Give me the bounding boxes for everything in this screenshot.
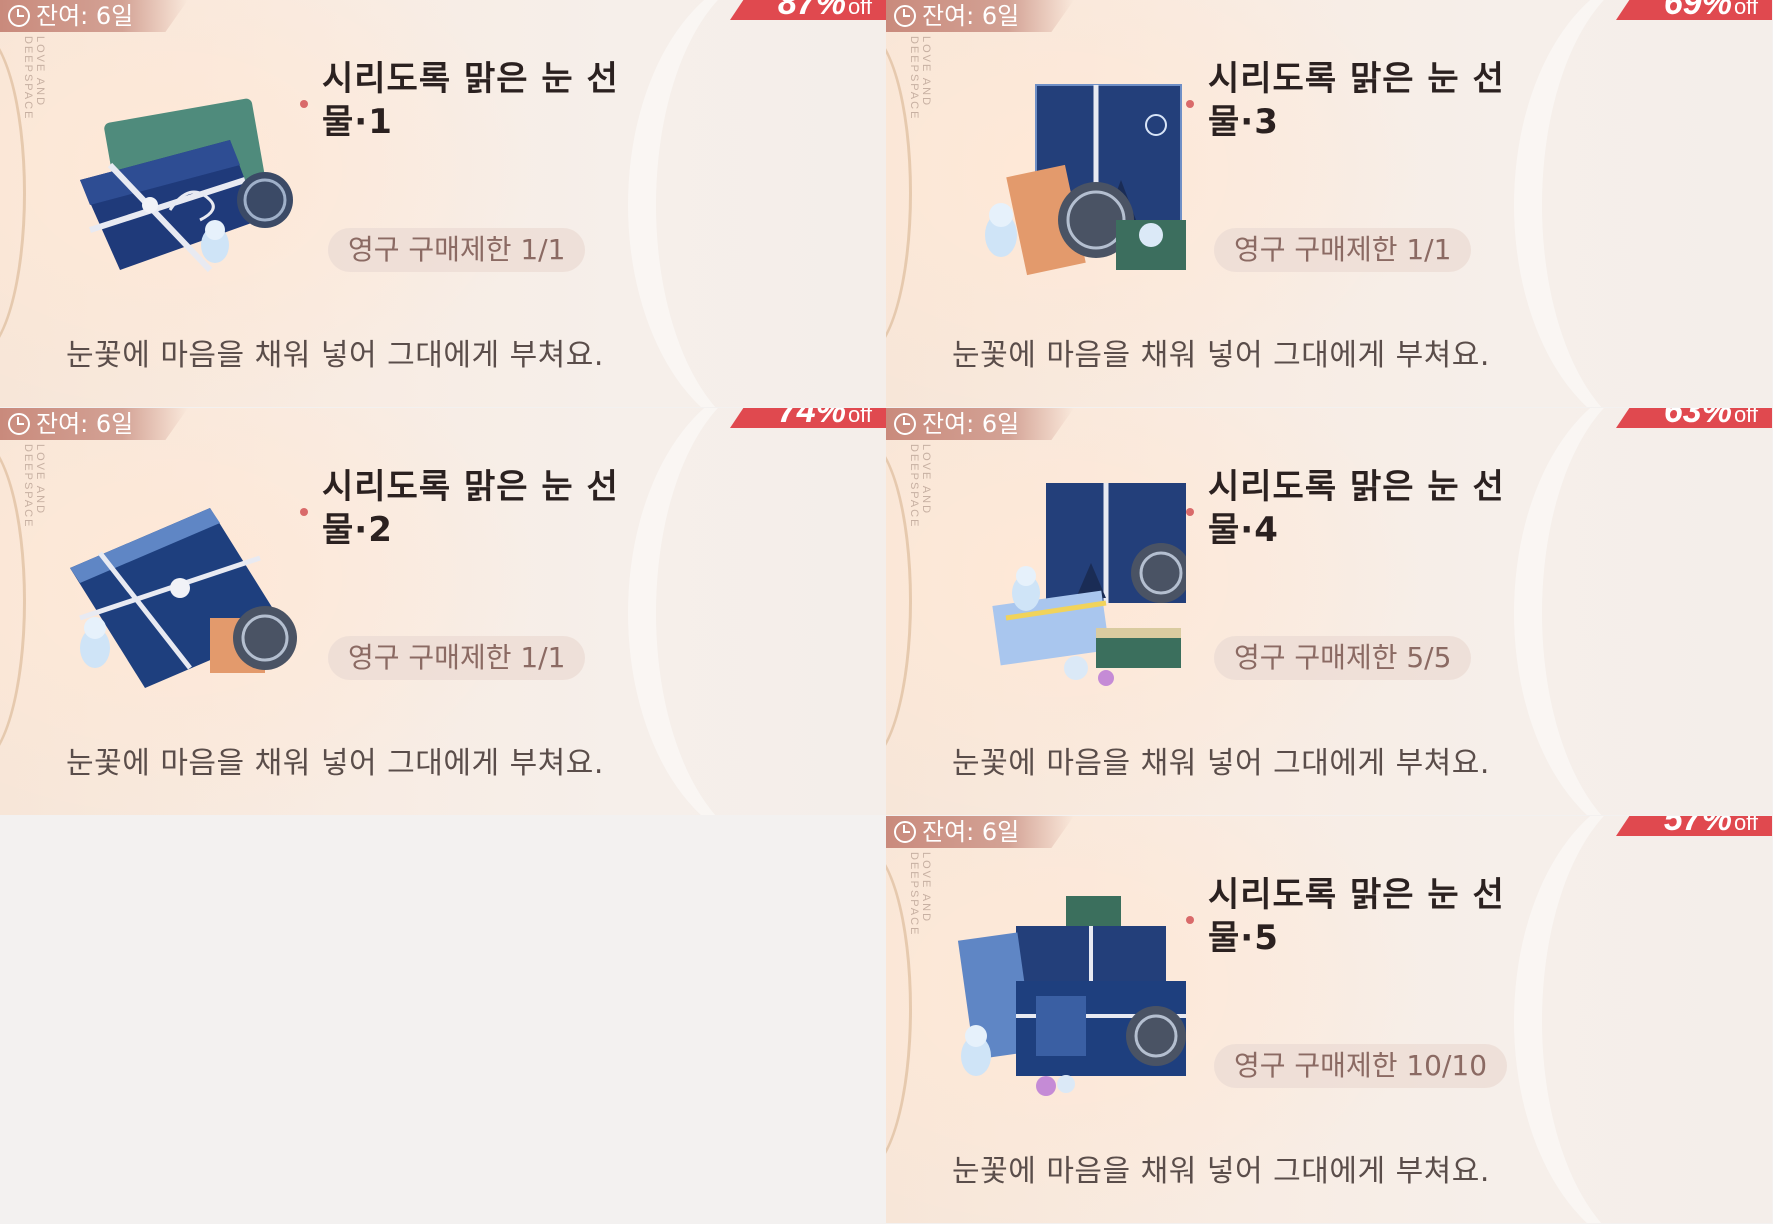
discount-badge: 57%off <box>1616 816 1772 836</box>
gift-box-image <box>70 508 297 688</box>
purchase-limit-badge: 영구 구매제한 5/5 <box>1214 636 1472 680</box>
item-description: 눈꽃에 마음을 채워 넣어 그대에게 부쳐요. <box>66 338 604 373</box>
timer-badge: 잔여: 6일 <box>886 408 1074 440</box>
item-title: 시리도록 맑은 눈 선 물·4 <box>1208 466 1538 552</box>
discount-value: 87% <box>777 0 846 22</box>
title-bullet-dot <box>1186 508 1194 516</box>
title-bullet-dot <box>1186 916 1194 924</box>
item-title-line2: 물·1 <box>322 102 393 142</box>
discount-suffix: off <box>847 0 872 19</box>
item-title-line1: 시리도록 맑은 눈 선 <box>1208 467 1505 507</box>
item-description: 눈꽃에 마음을 채워 넣어 그대에게 부쳐요. <box>66 746 604 781</box>
clock-icon <box>894 5 916 27</box>
gift-box-image <box>80 98 293 273</box>
brand-vertical-text: LOVE AND DEEPSPACE <box>908 36 932 121</box>
item-description: 눈꽃에 마음을 채워 넣어 그대에게 부쳐요. <box>952 746 1490 781</box>
purchase-limit-badge: 영구 구매제한 1/1 <box>328 228 586 272</box>
discount-value: 63% <box>1663 408 1732 430</box>
discount-value: 74% <box>777 408 846 430</box>
item-title: 시리도록 맑은 눈 선 물·3 <box>1208 58 1538 144</box>
title-bullet-dot <box>300 100 308 108</box>
purchase-limit-badge: 영구 구매제한 10/10 <box>1214 1044 1508 1088</box>
brand-vertical-text: LOVE AND DEEPSPACE <box>908 852 932 937</box>
item-description: 눈꽃에 마음을 채워 넣어 그대에게 부쳐요. <box>952 338 1490 373</box>
brand-vertical-text: LOVE AND DEEPSPACE <box>908 444 932 529</box>
discount-badge: 63%off <box>1616 408 1772 428</box>
gift-box-image <box>985 84 1186 276</box>
item-title: 시리도록 맑은 눈 선 물·2 <box>322 466 652 552</box>
timer-text: 잔여: 6일 <box>36 2 134 30</box>
clock-icon <box>8 413 30 435</box>
shop-grid: 잔여: 6일 87%off LOVE AND DEEPSPACE 시리도록 맑은… <box>0 0 1773 1224</box>
shop-item-card[interactable]: 잔여: 6일 57%off LOVE AND DEEPSPACE 시리도록 맑은… <box>886 816 1772 1223</box>
clock-icon <box>894 413 916 435</box>
timer-text: 잔여: 6일 <box>922 2 1020 30</box>
item-title-line2: 물·5 <box>1208 918 1279 958</box>
brand-vertical-text: LOVE AND DEEPSPACE <box>22 444 46 529</box>
item-title-line2: 물·2 <box>322 510 393 550</box>
item-title: 시리도록 맑은 눈 선 물·5 <box>1208 874 1538 960</box>
item-title-line1: 시리도록 맑은 눈 선 <box>322 59 619 99</box>
item-title-line1: 시리도록 맑은 눈 선 <box>1208 59 1505 99</box>
item-title-line1: 시리도록 맑은 눈 선 <box>322 467 619 507</box>
gift-box-image <box>957 896 1186 1096</box>
title-bullet-dot <box>300 508 308 516</box>
discount-badge: 69%off <box>1616 0 1772 20</box>
item-title-line2: 물·4 <box>1208 510 1279 550</box>
discount-badge: 87%off <box>730 0 886 20</box>
shop-item-card[interactable]: 잔여: 6일 63%off LOVE AND DEEPSPACE 시리도록 맑은… <box>886 408 1772 815</box>
discount-suffix: off <box>1733 408 1758 427</box>
clock-icon <box>894 821 916 843</box>
shop-item-card[interactable]: 잔여: 6일 87%off LOVE AND DEEPSPACE 시리도록 맑은… <box>0 0 886 407</box>
discount-suffix: off <box>1733 0 1758 19</box>
brand-vertical-text: LOVE AND DEEPSPACE <box>22 36 46 121</box>
timer-text: 잔여: 6일 <box>36 410 134 438</box>
item-description: 눈꽃에 마음을 채워 넣어 그대에게 부쳐요. <box>952 1154 1490 1189</box>
item-title-line2: 물·3 <box>1208 102 1279 142</box>
item-title: 시리도록 맑은 눈 선 물·1 <box>322 58 652 144</box>
item-title-line1: 시리도록 맑은 눈 선 <box>1208 875 1505 915</box>
discount-suffix: off <box>1733 816 1758 835</box>
timer-badge: 잔여: 6일 <box>886 816 1074 848</box>
discount-badge: 74%off <box>730 408 886 428</box>
clock-icon <box>8 5 30 27</box>
timer-badge: 잔여: 6일 <box>886 0 1074 32</box>
discount-suffix: off <box>847 408 872 427</box>
discount-value: 69% <box>1663 0 1732 22</box>
purchase-limit-badge: 영구 구매제한 1/1 <box>328 636 586 680</box>
timer-text: 잔여: 6일 <box>922 818 1020 846</box>
timer-badge: 잔여: 6일 <box>0 408 188 440</box>
gift-box-image <box>992 483 1186 686</box>
discount-value: 57% <box>1663 816 1732 838</box>
shop-item-card[interactable]: 잔여: 6일 74%off LOVE AND DEEPSPACE 시리도록 맑은… <box>0 408 886 815</box>
shop-item-card[interactable]: 잔여: 6일 69%off LOVE AND DEEPSPACE 시리도록 맑은… <box>886 0 1772 407</box>
purchase-limit-badge: 영구 구매제한 1/1 <box>1214 228 1472 272</box>
timer-text: 잔여: 6일 <box>922 410 1020 438</box>
timer-badge: 잔여: 6일 <box>0 0 188 32</box>
title-bullet-dot <box>1186 100 1194 108</box>
